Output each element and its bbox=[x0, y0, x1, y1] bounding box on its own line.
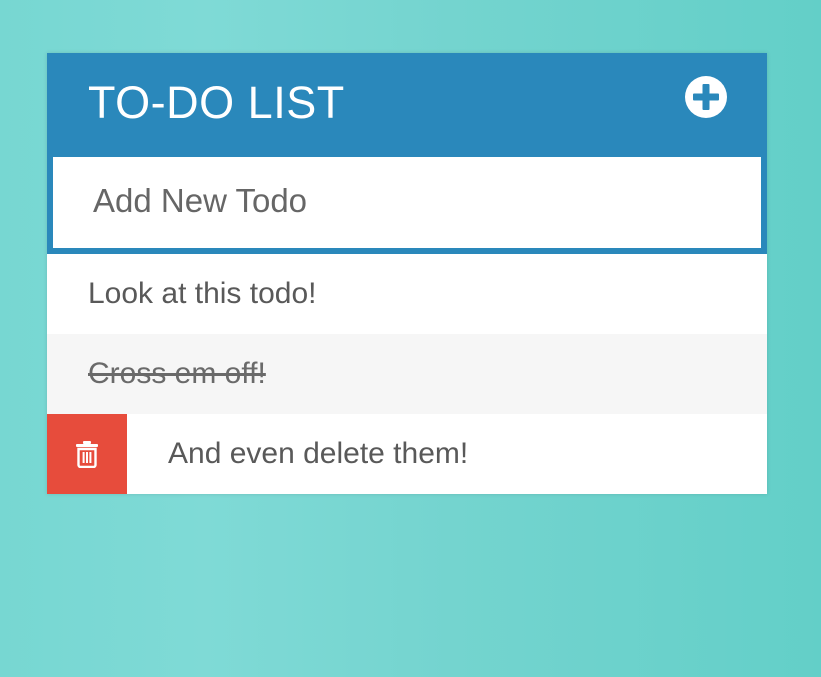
todo-header: TO-DO LIST bbox=[47, 53, 767, 157]
trash-icon bbox=[76, 441, 98, 468]
delete-todo-button[interactable] bbox=[47, 414, 127, 494]
plus-circle-icon bbox=[693, 84, 719, 110]
todo-list: Look at this todo! Cross em off! And eve… bbox=[47, 254, 767, 494]
todo-card: TO-DO LIST Look at this todo! Cross em o… bbox=[47, 53, 767, 494]
todo-text: Look at this todo! bbox=[88, 277, 317, 310]
new-todo-wrapper bbox=[47, 154, 767, 254]
new-todo-input[interactable] bbox=[53, 154, 761, 248]
todo-item[interactable]: And even delete them! bbox=[47, 414, 767, 494]
todo-text: Cross em off! bbox=[88, 357, 266, 390]
todo-item-completed[interactable]: Cross em off! bbox=[47, 334, 767, 414]
todo-text: And even delete them! bbox=[168, 437, 469, 470]
add-todo-toggle-button[interactable] bbox=[685, 76, 727, 118]
todo-item[interactable]: Look at this todo! bbox=[47, 254, 767, 334]
page-title: TO-DO LIST bbox=[88, 77, 345, 128]
